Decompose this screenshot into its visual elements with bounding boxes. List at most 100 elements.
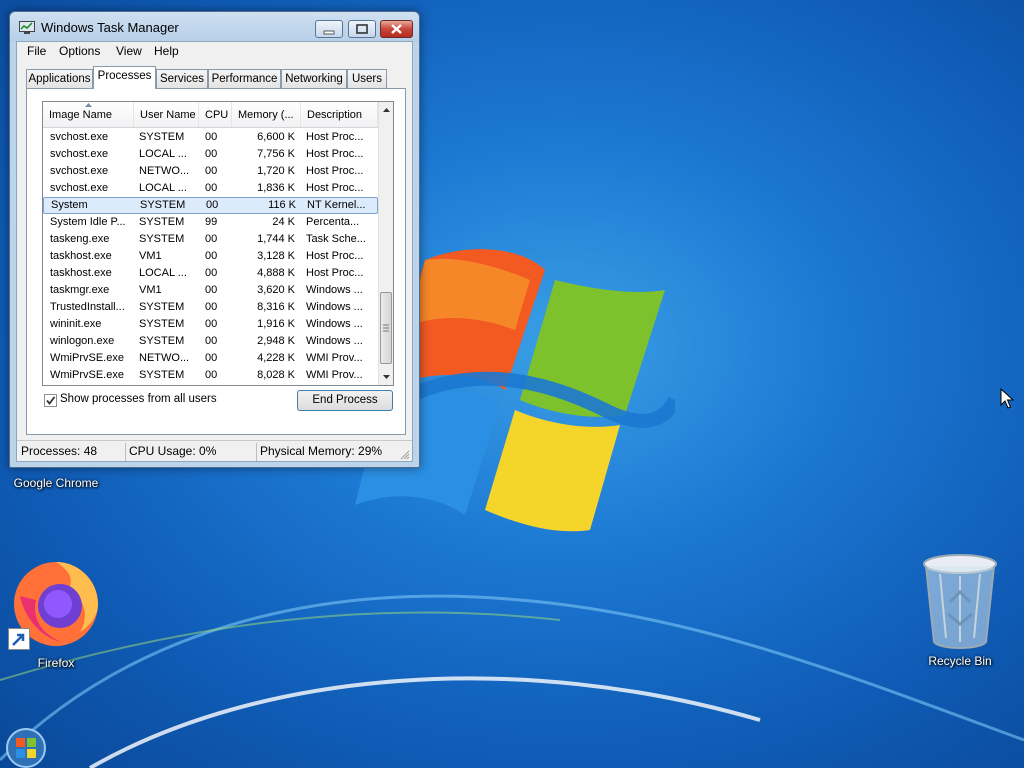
table-row[interactable]: WmiPrvSE.exe SYSTEM 00 8,028 K WMI Prov... bbox=[43, 367, 378, 384]
show-all-users-checkbox[interactable] bbox=[44, 394, 57, 407]
column-header-description[interactable]: Description bbox=[301, 102, 378, 127]
cell-user-name: SYSTEM bbox=[139, 301, 185, 313]
cell-user-name: SYSTEM bbox=[140, 199, 186, 211]
mouse-cursor-icon bbox=[1000, 388, 1014, 409]
cell-memory: 1,720 K bbox=[257, 165, 295, 177]
table-row[interactable]: TrustedInstall... SYSTEM 00 8,316 K Windows … bbox=[43, 299, 378, 316]
status-physical-memory: Physical Memory: 29% bbox=[260, 444, 383, 458]
table-row[interactable]: svchost.exe SYSTEM 00 6,600 K Host Proc... bbox=[43, 129, 378, 146]
resize-grip-icon[interactable] bbox=[400, 450, 410, 460]
cell-image-name: svchost.exe bbox=[50, 165, 109, 177]
cell-description: Task Sche... bbox=[306, 233, 366, 245]
processes-tab-panel: Image Name User Name CPU Memory (... Des… bbox=[26, 88, 406, 435]
cell-image-name: svchost.exe bbox=[50, 148, 109, 160]
cell-user-name: SYSTEM bbox=[139, 131, 185, 143]
cell-user-name: SYSTEM bbox=[139, 335, 185, 347]
table-row[interactable]: taskmgr.exe VM1 00 3,620 K Windows ... bbox=[43, 282, 378, 299]
column-header-memory[interactable]: Memory (... bbox=[232, 102, 301, 127]
cell-description: Host Proc... bbox=[306, 182, 364, 194]
firefox-desktop-icon[interactable]: Firefox bbox=[8, 556, 104, 670]
process-list-scrollbar[interactable] bbox=[378, 102, 393, 385]
cell-image-name: svchost.exe bbox=[50, 182, 109, 194]
checkmark-icon bbox=[46, 396, 56, 405]
cell-memory: 6,600 K bbox=[257, 131, 295, 143]
column-header-cpu[interactable]: CPU bbox=[199, 102, 232, 127]
table-row[interactable]: wininit.exe SYSTEM 00 1,916 K Windows ... bbox=[43, 316, 378, 333]
cell-user-name: LOCAL ... bbox=[139, 267, 187, 279]
recycle-bin-label: Recycle Bin bbox=[928, 654, 992, 668]
maximize-icon bbox=[356, 24, 368, 34]
cell-memory: 3,620 K bbox=[257, 284, 295, 296]
close-icon bbox=[391, 24, 402, 34]
process-list[interactable]: Image Name User Name CPU Memory (... Des… bbox=[42, 101, 394, 386]
menu-view[interactable]: View bbox=[116, 44, 142, 58]
status-bar: Processes: 48 CPU Usage: 0% Physical Mem… bbox=[17, 440, 412, 462]
scroll-up-button[interactable] bbox=[379, 102, 393, 119]
cell-description: WMI Prov... bbox=[306, 352, 363, 364]
cell-memory: 8,028 K bbox=[257, 369, 295, 381]
cell-description: Percenta... bbox=[306, 216, 360, 228]
window-title: Windows Task Manager bbox=[41, 20, 179, 35]
cell-user-name: VM1 bbox=[139, 284, 162, 296]
start-button-icon[interactable] bbox=[6, 728, 46, 768]
cell-description: Windows ... bbox=[306, 301, 363, 313]
process-list-header: Image Name User Name CPU Memory (... Des… bbox=[43, 102, 378, 128]
table-row[interactable]: winlogon.exe SYSTEM 00 2,948 K Windows ... bbox=[43, 333, 378, 350]
menu-help[interactable]: Help bbox=[154, 44, 179, 58]
cell-image-name: WmiPrvSE.exe bbox=[50, 369, 124, 381]
cell-image-name: taskhost.exe bbox=[50, 267, 112, 279]
cell-memory: 4,888 K bbox=[257, 267, 295, 279]
tab-users[interactable]: Users bbox=[347, 69, 387, 88]
cell-user-name: LOCAL ... bbox=[139, 148, 187, 160]
column-header-image-name[interactable]: Image Name bbox=[43, 102, 134, 127]
cell-description: Host Proc... bbox=[306, 131, 364, 143]
table-row[interactable]: svchost.exe LOCAL ... 00 7,756 K Host Proc..… bbox=[43, 146, 378, 163]
scroll-thumb[interactable] bbox=[380, 292, 392, 364]
cell-image-name: wininit.exe bbox=[50, 318, 102, 330]
column-header-user-name[interactable]: User Name bbox=[134, 102, 199, 127]
cell-user-name: SYSTEM bbox=[139, 233, 185, 245]
menu-file[interactable]: File bbox=[27, 44, 46, 58]
table-row[interactable]: svchost.exe LOCAL ... 00 1,836 K Host Proc..… bbox=[43, 180, 378, 197]
task-manager-window[interactable]: Windows Task Manager File Options View H… bbox=[9, 11, 420, 468]
table-row[interactable]: WmiPrvSE.exe NETWO... 00 4,228 K WMI Prov... bbox=[43, 350, 378, 367]
cell-user-name: SYSTEM bbox=[139, 369, 185, 381]
tab-processes[interactable]: Processes bbox=[93, 66, 156, 89]
cell-description: Host Proc... bbox=[306, 267, 364, 279]
scroll-up-arrow-icon bbox=[383, 108, 390, 112]
scroll-down-arrow-icon bbox=[383, 375, 390, 379]
tab-services[interactable]: Services bbox=[156, 69, 208, 88]
cell-description: Windows ... bbox=[306, 318, 363, 330]
menu-options[interactable]: Options bbox=[59, 44, 100, 58]
google-chrome-label: Google Chrome bbox=[13, 476, 99, 490]
google-chrome-desktop-icon[interactable]: Google Chrome bbox=[8, 474, 104, 490]
end-process-button[interactable]: End Process bbox=[297, 390, 393, 411]
recycle-bin-desktop-icon[interactable]: Recycle Bin bbox=[912, 552, 1008, 668]
cell-image-name: taskeng.exe bbox=[50, 233, 110, 245]
cell-image-name: svchost.exe bbox=[50, 131, 109, 143]
scroll-down-button[interactable] bbox=[379, 368, 393, 385]
table-row[interactable]: taskhost.exe VM1 00 3,128 K Host Proc... bbox=[43, 248, 378, 265]
close-button[interactable] bbox=[380, 20, 413, 38]
cell-description: Windows ... bbox=[306, 284, 363, 296]
table-row[interactable]: taskeng.exe SYSTEM 00 1,744 K Task Sche... bbox=[43, 231, 378, 248]
cell-memory: 4,228 K bbox=[257, 352, 295, 364]
task-manager-app-icon bbox=[19, 21, 35, 34]
cell-memory: 24 K bbox=[272, 216, 295, 228]
firefox-label: Firefox bbox=[37, 656, 75, 670]
minimize-button[interactable] bbox=[315, 20, 343, 38]
maximize-button[interactable] bbox=[348, 20, 376, 38]
tab-performance[interactable]: Performance bbox=[208, 69, 281, 88]
tab-applications[interactable]: Applications bbox=[26, 69, 93, 88]
tab-networking[interactable]: Networking bbox=[281, 69, 347, 88]
sort-ascending-icon bbox=[85, 103, 92, 107]
table-row[interactable]: svchost.exe NETWO... 00 1,720 K Host Proc... bbox=[43, 163, 378, 180]
title-bar[interactable]: Windows Task Manager bbox=[10, 12, 419, 42]
table-row[interactable]: taskhost.exe LOCAL ... 00 4,888 K Host Proc.… bbox=[43, 265, 378, 282]
table-row[interactable]: System SYSTEM 00 116 K NT Kernel... bbox=[43, 197, 378, 214]
menu-bar: File Options View Help bbox=[17, 42, 412, 62]
cell-description: Host Proc... bbox=[306, 165, 364, 177]
cell-user-name: LOCAL ... bbox=[139, 182, 187, 194]
table-row[interactable]: System Idle P... SYSTEM 99 24 K Percenta... bbox=[43, 214, 378, 231]
cell-description: WMI Prov... bbox=[306, 369, 363, 381]
